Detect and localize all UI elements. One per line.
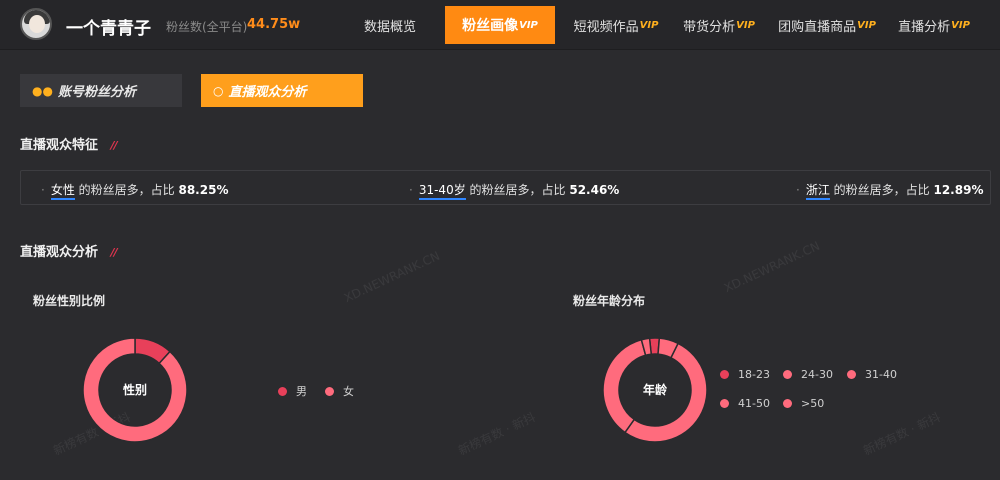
nav-tab-label: 团购直播商品 — [778, 19, 857, 35]
avatar[interactable] — [20, 8, 52, 40]
section-title-text: 直播观众分析 — [20, 245, 99, 260]
legend-label: 31-40 — [865, 368, 897, 381]
gender-center-label: 性别 — [122, 382, 147, 397]
bullet-icon: · — [41, 183, 45, 197]
user-icon: ○ — [213, 83, 224, 98]
legend-item-male[interactable]: 男 — [278, 383, 307, 399]
top-bar: 一个青青子 粉丝数(全平台) 44.75w 数据概览 粉丝画像 VIP 短视频作… — [0, 0, 1000, 50]
feature-text: 的粉丝居多，占比 — [829, 183, 934, 197]
legend-dot — [278, 386, 287, 396]
feature-age: · 31-40岁 的粉丝居多，占比 52.46% — [409, 181, 620, 200]
vip-badge: VIP — [736, 19, 755, 31]
feature-text: 的粉丝居多，占比 — [74, 183, 179, 197]
feature-highlight: 浙江 — [805, 183, 830, 200]
age-chart-title: 粉丝年龄分布 — [573, 294, 646, 308]
legend-item-age-41-50[interactable]: 41-50 — [720, 397, 770, 410]
section-mark-icon: // — [110, 246, 118, 259]
nav-tab-label: 数据概览 — [363, 19, 416, 35]
section-title-text: 直播观众特征 — [20, 138, 99, 153]
feature-highlight: 31-40岁 — [418, 183, 466, 200]
feature-percent: 52.46% — [569, 183, 620, 197]
gender-donut-chart: 性别 — [82, 337, 188, 443]
legend-label: 18-23 — [738, 368, 770, 381]
nav-tab-short-video[interactable]: 短视频作品 VIP — [560, 6, 672, 44]
nav-tab-live-analysis[interactable]: 直播分析 VIP — [888, 6, 980, 44]
section-mark-icon: // — [110, 139, 118, 152]
watermark: 新榜有数 · 新抖 — [861, 409, 943, 458]
vip-badge: VIP — [639, 19, 659, 31]
legend-label: 男 — [296, 385, 307, 398]
watermark: XD.NEWRANK.CN — [341, 248, 442, 306]
nav-tab-label: 带货分析 — [683, 19, 736, 35]
legend-item-age-18-23[interactable]: 18-23 — [720, 368, 770, 381]
subtab-live-audience[interactable]: ○ 直播观众分析 — [201, 74, 363, 107]
legend-label: 24-30 — [801, 368, 833, 381]
legend-dot — [720, 370, 729, 379]
legend-item-age-24-30[interactable]: 24-30 — [783, 368, 833, 381]
subtab-label: 直播观众分析 — [228, 85, 307, 100]
fans-count-value: 44.75w — [247, 17, 301, 32]
vip-badge: VIP — [857, 19, 876, 31]
feature-percent: 88.25% — [178, 183, 229, 197]
age-donut-chart: 年龄 — [602, 337, 708, 443]
nav-tab-fans-portrait[interactable]: 粉丝画像 VIP — [445, 6, 555, 44]
vip-badge: VIP — [951, 19, 970, 31]
nav-tab-label: 直播分析 — [898, 19, 951, 35]
watermark: 新榜有数 · 新抖 — [456, 409, 538, 458]
nav-tab-sales[interactable]: 带货分析 VIP — [674, 6, 764, 44]
legend-item-age-over-50[interactable]: >50 — [783, 397, 824, 410]
age-center-label: 年龄 — [643, 382, 668, 397]
legend-item-age-31-40[interactable]: 31-40 — [847, 368, 897, 381]
subtab-account-fans[interactable]: ●● 账号粉丝分析 — [20, 74, 182, 107]
feature-highlight: 女性 — [50, 183, 75, 200]
nav-tab-overview[interactable]: 数据概览 — [352, 6, 428, 44]
avatar-face — [29, 15, 45, 33]
watermark: XD.NEWRANK.CN — [721, 238, 822, 296]
legend-label: >50 — [801, 397, 825, 410]
subtab-label: 账号粉丝分析 — [57, 85, 136, 100]
bullet-icon: · — [409, 183, 413, 197]
feature-gender: · 女性 的粉丝居多，占比 88.25% — [41, 181, 229, 200]
fans-count-label: 粉丝数(全平台) — [166, 20, 248, 34]
legend-dot — [720, 399, 729, 408]
legend-label: 女 — [343, 385, 354, 398]
vip-badge: VIP — [519, 19, 538, 31]
bullet-icon: · — [796, 183, 800, 197]
section-title-analysis: 直播观众分析 // — [20, 241, 118, 260]
feature-region: · 浙江 的粉丝居多，占比 12.89% — [796, 181, 984, 200]
feature-percent: 12.89% — [933, 183, 984, 197]
legend-label: 41-50 — [738, 397, 770, 410]
feature-summary-box: · 女性 的粉丝居多，占比 88.25% · 31-40岁 的粉丝居多，占比 52.… — [20, 170, 991, 205]
nav-tab-label: 短视频作品 — [573, 19, 639, 35]
gender-chart-title: 粉丝性别比例 — [33, 294, 106, 308]
users-icon: ●● — [32, 83, 53, 98]
feature-text: 的粉丝居多，占比 — [465, 183, 570, 197]
legend-dot — [783, 399, 792, 408]
age-slice-3[interactable] — [602, 338, 647, 434]
legend-dot — [783, 370, 792, 379]
nav-tab-group-live-goods[interactable]: 团购直播商品 VIP — [772, 6, 882, 44]
section-title-features: 直播观众特征 // — [20, 134, 118, 153]
legend-dot — [325, 386, 334, 396]
legend-dot — [847, 370, 856, 379]
nav-tab-label: 粉丝画像 — [462, 18, 519, 34]
legend-item-female[interactable]: 女 — [325, 383, 354, 399]
account-nickname: 一个青青子 — [66, 19, 151, 39]
